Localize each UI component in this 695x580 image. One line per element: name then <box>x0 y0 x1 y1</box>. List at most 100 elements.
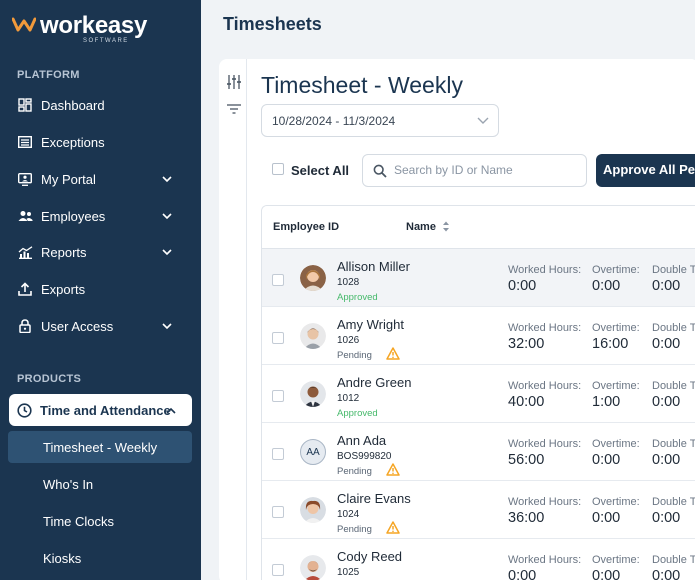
sidebar-item-my-portal[interactable]: My Portal <box>17 167 187 191</box>
employee-id: 1012 <box>337 393 360 404</box>
worked-hours-value: 36:00 <box>508 510 545 526</box>
overtime-value: 0:00 <box>592 452 621 468</box>
sidebar-item-exports[interactable]: Exports <box>17 277 187 301</box>
sidebar-subitem-kiosks[interactable]: Kiosks <box>43 551 81 566</box>
double-time-label: Double Time: <box>652 380 695 392</box>
search-input[interactable] <box>394 163 579 177</box>
employee-id: 1025 <box>337 567 360 578</box>
column-header-name[interactable]: Name <box>406 221 436 233</box>
worked-hours-label: Worked Hours: <box>508 496 582 508</box>
avatar <box>300 555 326 580</box>
worked-hours-value: 40:00 <box>508 394 545 410</box>
table-row[interactable]: Claire Evans 1024 Pending Worked Hours: … <box>262 481 695 539</box>
employee-id: 1026 <box>337 335 360 346</box>
row-checkbox[interactable] <box>272 332 284 344</box>
warning-icon[interactable] <box>386 347 400 360</box>
select-all-checkbox[interactable] <box>272 163 284 175</box>
row-checkbox[interactable] <box>272 448 284 460</box>
warning-icon[interactable] <box>386 463 400 476</box>
double-time-value: 0:00 <box>652 278 681 294</box>
sidebar-item-user-access[interactable]: User Access <box>17 314 187 338</box>
lock-icon <box>17 318 33 334</box>
select-all-label[interactable]: Select All <box>291 163 349 178</box>
sidebar-item-label: Exceptions <box>41 134 105 150</box>
users-icon <box>17 208 33 224</box>
worked-hours-label: Worked Hours: <box>508 438 582 450</box>
sidebar-subitem-time-clocks[interactable]: Time Clocks <box>43 514 114 529</box>
column-header-employee-id[interactable]: Employee ID <box>273 221 339 233</box>
double-time-label: Double Time: <box>652 496 695 508</box>
sidebar-item-dashboard[interactable]: Dashboard <box>17 93 187 117</box>
chevron-down-icon <box>477 117 489 124</box>
clock-icon <box>16 402 32 418</box>
worked-hours-label: Worked Hours: <box>508 322 582 334</box>
overtime-value: 16:00 <box>592 336 629 352</box>
chevron-down-icon[interactable] <box>159 244 175 260</box>
chevron-up-icon[interactable] <box>166 402 176 417</box>
table-row[interactable]: Amy Wright 1026 Pending Worked Hours: 32… <box>262 307 695 365</box>
status-badge: Pending <box>337 524 372 535</box>
double-time-value: 0:00 <box>652 452 681 468</box>
table-row[interactable]: Cody Reed 1025 Worked Hours: 0:00 Overti… <box>262 539 695 580</box>
sidebar-item-time-and-attendance[interactable]: Time and Attendance <box>9 394 192 426</box>
employee-name[interactable]: Allison Miller <box>337 259 410 274</box>
sort-icon[interactable] <box>442 220 450 233</box>
employee-name[interactable]: Amy Wright <box>337 317 404 332</box>
employee-name[interactable]: Claire Evans <box>337 491 411 506</box>
brand-logo[interactable]: workeasy SOFTWARE <box>12 12 192 44</box>
export-icon <box>17 281 33 297</box>
table-row[interactable]: Andre Green 1012 Approved Worked Hours: … <box>262 365 695 423</box>
row-checkbox[interactable] <box>272 390 284 402</box>
sidebar-item-label: Time and Attendance <box>40 402 171 418</box>
sidebar-subitem-whos-in[interactable]: Who's In <box>43 477 93 492</box>
search-icon <box>373 164 387 178</box>
avatar <box>300 323 326 349</box>
sidebar-item-label: User Access <box>41 318 114 334</box>
table-row[interactable]: Allison Miller 1028 Approved Worked Hour… <box>262 249 695 307</box>
double-time-label: Double Time: <box>652 322 695 334</box>
table-row[interactable]: AA Ann Ada BOS999820 Pending Worked Hour… <box>262 423 695 481</box>
warning-icon[interactable] <box>386 521 400 534</box>
overtime-value: 0:00 <box>592 568 621 580</box>
platform-section-label: PLATFORM <box>17 69 80 81</box>
employee-name[interactable]: Cody Reed <box>337 549 402 564</box>
date-range-select[interactable]: 10/28/2024 - 11/3/2024 <box>261 104 499 137</box>
row-checkbox[interactable] <box>272 506 284 518</box>
date-range-value: 10/28/2024 - 11/3/2024 <box>272 114 396 128</box>
employee-id: BOS999820 <box>337 451 392 462</box>
double-time-value: 0:00 <box>652 336 681 352</box>
chevron-down-icon[interactable] <box>159 208 175 224</box>
sidebar-item-reports[interactable]: Reports <box>17 240 187 264</box>
employee-id: 1024 <box>337 509 360 520</box>
overtime-value: 0:00 <box>592 510 621 526</box>
chevron-down-icon[interactable] <box>159 171 175 187</box>
row-checkbox[interactable] <box>272 564 284 576</box>
row-checkbox[interactable] <box>272 274 284 286</box>
double-time-label: Double Time: <box>652 554 695 566</box>
filter-icon[interactable] <box>226 101 242 117</box>
overtime-value: 0:00 <box>592 278 621 294</box>
sidebar-item-exceptions[interactable]: Exceptions <box>17 130 187 154</box>
sidebar-item-employees[interactable]: Employees <box>17 204 187 228</box>
worked-hours-value: 0:00 <box>508 568 537 580</box>
employee-name[interactable]: Andre Green <box>337 375 411 390</box>
list-icon <box>17 134 33 150</box>
double-time-value: 0:00 <box>652 568 681 580</box>
overtime-label: Overtime: <box>592 264 640 276</box>
chevron-down-icon[interactable] <box>159 318 175 334</box>
worked-hours-value: 56:00 <box>508 452 545 468</box>
sidebar-item-label: Reports <box>41 244 87 260</box>
table-header: Employee ID Name <box>262 206 695 249</box>
chart-icon <box>17 244 33 260</box>
sidebar-subitem-timesheet-weekly[interactable]: Timesheet - Weekly <box>8 431 192 463</box>
approve-all-pending-button[interactable]: Approve All Pending <box>596 154 695 187</box>
overtime-label: Overtime: <box>592 554 640 566</box>
products-section-label: PRODUCTS <box>17 373 82 385</box>
overtime-label: Overtime: <box>592 438 640 450</box>
overtime-label: Overtime: <box>592 496 640 508</box>
sliders-icon[interactable] <box>226 74 242 90</box>
employee-name[interactable]: Ann Ada <box>337 433 386 448</box>
brand-name: workeasy <box>40 12 148 39</box>
sidebar-item-label: Dashboard <box>41 97 105 113</box>
sidebar-item-label: Employees <box>41 208 106 224</box>
